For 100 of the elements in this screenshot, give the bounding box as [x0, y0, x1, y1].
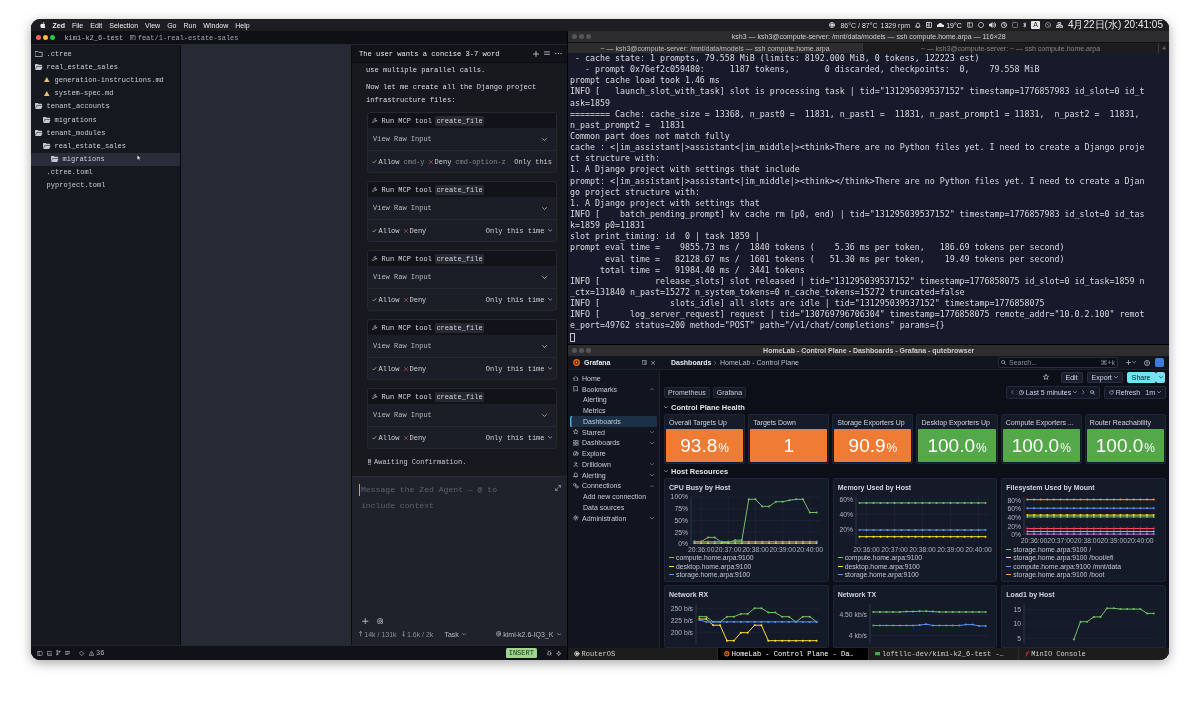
stat-value: 100.0	[1095, 434, 1144, 457]
link-icon	[573, 483, 579, 489]
arrow-up-icon	[359, 631, 363, 637]
chevron-down-icon	[1113, 375, 1118, 379]
cross-icon	[403, 366, 408, 371]
grid-icon	[573, 440, 579, 446]
star-icon	[573, 429, 579, 435]
stat-unit: %	[886, 440, 898, 455]
bug-icon[interactable]	[546, 650, 552, 656]
chevron-left-icon[interactable]	[1011, 389, 1014, 395]
menu-icon[interactable]	[544, 51, 550, 56]
sidebar-icon[interactable]	[37, 650, 43, 656]
branch-icon	[130, 34, 136, 41]
cross-icon	[403, 228, 408, 233]
more-icon[interactable]	[555, 52, 562, 55]
chevron-right-icon	[714, 360, 717, 365]
chevron-down-icon	[542, 344, 547, 348]
terminal-line: eval time = 82128.67 ms / 1601 tokens ( 51.30 ms per token, 19.49 tokens per second)	[603, 253, 1066, 265]
bell-icon	[573, 472, 579, 478]
stat-unit: %	[976, 440, 987, 455]
menu-clock[interactable]: 4月22日(水) 20:41:05	[1067, 19, 1163, 31]
help-icon[interactable]	[1144, 359, 1150, 366]
share-menu-button[interactable]	[1156, 371, 1165, 383]
apple-icon[interactable]	[40, 21, 46, 29]
chevron-down-icon	[556, 632, 561, 636]
terminal-line: prompt cache load took 1.46 ms	[570, 75, 721, 87]
wrench-icon	[372, 186, 378, 193]
avatar-icon[interactable]	[1155, 358, 1164, 367]
list-icon[interactable]	[64, 650, 70, 656]
bookmark-icon	[573, 386, 579, 392]
chevron-down-icon	[1158, 375, 1163, 379]
bottom-panel-icon[interactable]	[46, 650, 52, 656]
terminal-line: INFO [ release_slots] slot released | tid="131295039537152" timestamp=1776858075 id_slot=0 id_task=1859 n	[570, 275, 1146, 287]
terminal-line: INFO [ batch_pending_prompt] kv cache rm [p0, end) | tid="131295039537152" timestamp=1776857983 id_slot=0 id_tas	[570, 208, 1146, 221]
zoom-out-icon[interactable]	[1089, 389, 1095, 395]
refresh-icon	[1108, 389, 1114, 395]
ring-icon[interactable]	[376, 617, 383, 625]
terminal-line: go project structure with:	[570, 186, 701, 198]
diamond-icon[interactable]	[79, 650, 85, 656]
arrow-down-icon	[401, 631, 405, 637]
expand-icon[interactable]	[555, 485, 561, 491]
record-icon[interactable]	[829, 22, 836, 28]
new-button[interactable]	[1126, 360, 1136, 365]
home-icon	[573, 375, 579, 382]
chevron-down-icon	[547, 298, 552, 301]
bluetooth-icon[interactable]	[1022, 22, 1027, 28]
star-icon[interactable]	[1042, 374, 1049, 380]
terminal-line: - cache state: 1 prompts, 79.558 MiB (limits: 8192.000 MiB, 0 tokens, 122223 est)	[574, 53, 981, 65]
stat-unit: %	[1144, 440, 1155, 455]
clock-icon[interactable]	[1000, 22, 1007, 28]
window-close-button[interactable]	[36, 35, 41, 40]
chevron-down-icon	[542, 206, 547, 210]
stat-value: 100.0	[927, 434, 975, 457]
warning-icon	[88, 650, 94, 656]
terminal-line: Common part does not match fully	[570, 131, 731, 143]
chevron-down-icon	[1132, 361, 1136, 364]
window-icon[interactable]	[966, 22, 973, 28]
network-icon[interactable]	[1055, 22, 1063, 28]
panel-icon[interactable]	[642, 360, 647, 365]
text-cursor-icon	[359, 484, 360, 496]
plus-icon[interactable]	[533, 50, 539, 57]
terminal-line: prompt: <|im_assistant|>assistant<|im_middle|><think></think>There are no Python files yet. I need to create a Djan	[570, 175, 1146, 187]
compass-icon	[573, 450, 579, 457]
terminal-line: prompt eval time = 9855.73 ms / 1840 tokens ( 5.36 ms per token, 186.69 tokens per second)	[570, 242, 1066, 254]
terminal-line: - prompt 0x76ef2c059480: 1187 tokens, 0 discarded, checkpoints: 0, 79.558 MiB	[584, 64, 1041, 76]
terminal-line: k=1859 p0=11831	[570, 220, 646, 232]
slash-icon	[1024, 651, 1030, 657]
wrench-icon	[372, 393, 378, 400]
cross-icon	[403, 435, 408, 440]
git-branch-icon[interactable]	[56, 650, 61, 656]
circle-icon[interactable]	[977, 22, 984, 28]
chevron-down-icon	[1157, 390, 1161, 394]
cursor-icon	[570, 332, 575, 342]
window-zoom-button[interactable]	[50, 35, 56, 40]
close-icon[interactable]	[651, 360, 655, 365]
plus-icon	[1126, 360, 1131, 365]
chevron-down-icon	[542, 137, 547, 141]
terminal-line: slot print_timing: id 0 | task 1859 |	[570, 231, 761, 243]
window-grid-icon[interactable]	[926, 22, 933, 28]
terminal-line: total time = 91984.40 ms / 3441 tokens	[598, 264, 806, 276]
clock-icon	[1018, 389, 1024, 395]
terminal-line: INFO [ slots_idle] all slots are idle | tid="131295039537152" timestamp=1776858075	[570, 298, 1046, 310]
plus-icon[interactable]	[1161, 45, 1166, 51]
terminal-line: INFO [ log_server_request] request | tid="130769796706304" timestamp=1776858075 remote_addr="10.0.2.100" remot	[570, 309, 1146, 321]
blocked-icon[interactable]	[1044, 22, 1051, 28]
wrench-icon	[372, 117, 378, 124]
bell-icon[interactable]	[915, 22, 922, 28]
sparkle-icon[interactable]	[555, 650, 561, 656]
wrench-icon	[372, 324, 378, 331]
check-icon	[372, 228, 377, 233]
check-icon	[372, 297, 377, 302]
window-minimize-button[interactable]	[43, 35, 49, 40]
logo-icon	[724, 651, 730, 657]
cross-icon	[403, 297, 408, 302]
speaker-icon[interactable]	[988, 22, 996, 28]
logo-icon[interactable]	[573, 359, 580, 366]
chevron-right-icon[interactable]	[1082, 389, 1085, 395]
terminal-line: 1. A Django project with settings that include	[570, 164, 801, 176]
stat-value: 100.0	[1011, 434, 1060, 457]
plus-icon[interactable]	[362, 617, 369, 625]
